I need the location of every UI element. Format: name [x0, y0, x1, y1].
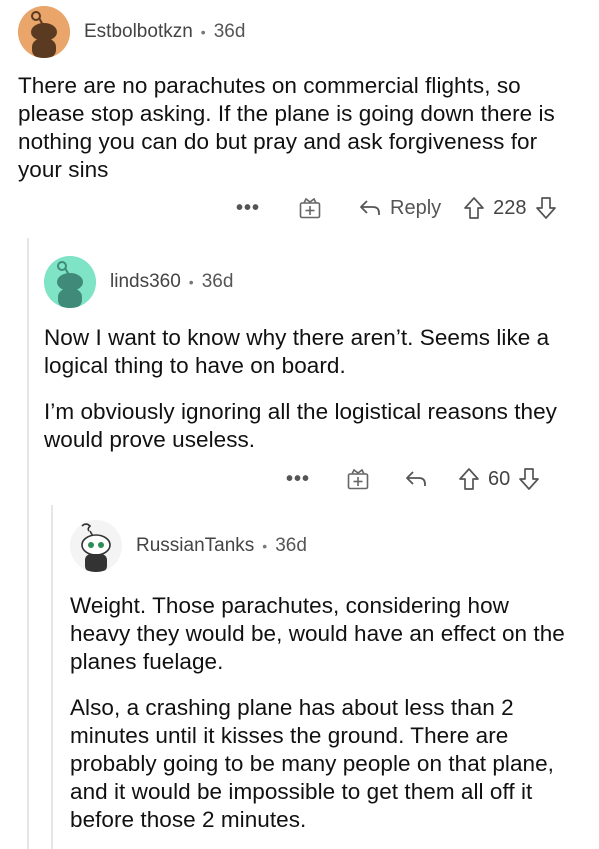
thread-line-level-2[interactable]	[51, 505, 53, 849]
snoo-avatar-icon	[18, 6, 70, 58]
award-icon[interactable]	[346, 467, 370, 491]
separator-dot: •	[200, 24, 206, 40]
comment-header: linds360 • 36d	[44, 256, 584, 308]
downvote-icon[interactable]	[518, 467, 540, 491]
snoo-avatar-icon	[44, 256, 96, 308]
comment-body: There are no parachutes on commercial fl…	[18, 72, 583, 184]
comment-body: Now I want to know why there aren’t. See…	[44, 324, 564, 454]
comment-actions: ••• Reply 228	[236, 192, 557, 224]
username[interactable]: RussianTanks	[136, 535, 254, 557]
avatar[interactable]	[18, 6, 70, 58]
avatar[interactable]	[70, 520, 122, 572]
reply-icon	[406, 471, 426, 486]
timestamp: 36d	[201, 271, 234, 292]
comment-paragraph: There are no parachutes on commercial fl…	[18, 73, 555, 182]
upvote-icon[interactable]	[458, 467, 480, 491]
award-icon[interactable]	[298, 196, 322, 220]
comment-body: Weight. Those parachutes, considering ho…	[70, 592, 570, 834]
avatar[interactable]	[44, 256, 96, 308]
upvote-icon[interactable]	[463, 196, 485, 220]
username[interactable]: Estbolbotkzn	[84, 21, 193, 43]
timestamp: 36d	[275, 535, 307, 556]
reply-button[interactable]: Reply	[358, 197, 441, 220]
vote-score: 228	[493, 196, 527, 219]
comment-paragraph: Now I want to know why there aren’t. See…	[44, 325, 550, 378]
downvote-icon[interactable]	[535, 196, 557, 220]
comment-actions: ••• 60	[286, 463, 540, 495]
comment-header: Estbolbotkzn • 36d	[18, 6, 588, 58]
separator-dot: •	[188, 274, 194, 290]
comment-paragraph: Also, a crashing plane has about less th…	[70, 695, 554, 832]
thread-line-level-1[interactable]	[27, 238, 29, 849]
reply-label: Reply	[390, 196, 442, 219]
username[interactable]: linds360	[110, 271, 181, 293]
comment-paragraph: I’m obviously ignoring all the logistica…	[44, 399, 557, 452]
reply-icon	[360, 200, 380, 215]
comment-paragraph: Weight. Those parachutes, considering ho…	[70, 593, 565, 674]
comment-estbolbotkzn: Estbolbotkzn • 36d There are no parachut…	[18, 6, 588, 184]
comment-linds360: linds360 • 36d Now I want to know why th…	[44, 256, 584, 454]
reply-button[interactable]	[404, 468, 428, 490]
comment-russiantanks: RussianTanks • 36d Weight. Those parachu…	[70, 520, 585, 834]
snoo-avatar-icon	[70, 520, 122, 572]
separator-dot: •	[262, 538, 268, 554]
timestamp: 36d	[213, 21, 246, 42]
more-icon[interactable]: •••	[236, 197, 260, 220]
more-icon[interactable]: •••	[286, 468, 310, 491]
vote-score: 60	[488, 467, 511, 490]
comment-header: RussianTanks • 36d	[70, 520, 585, 572]
